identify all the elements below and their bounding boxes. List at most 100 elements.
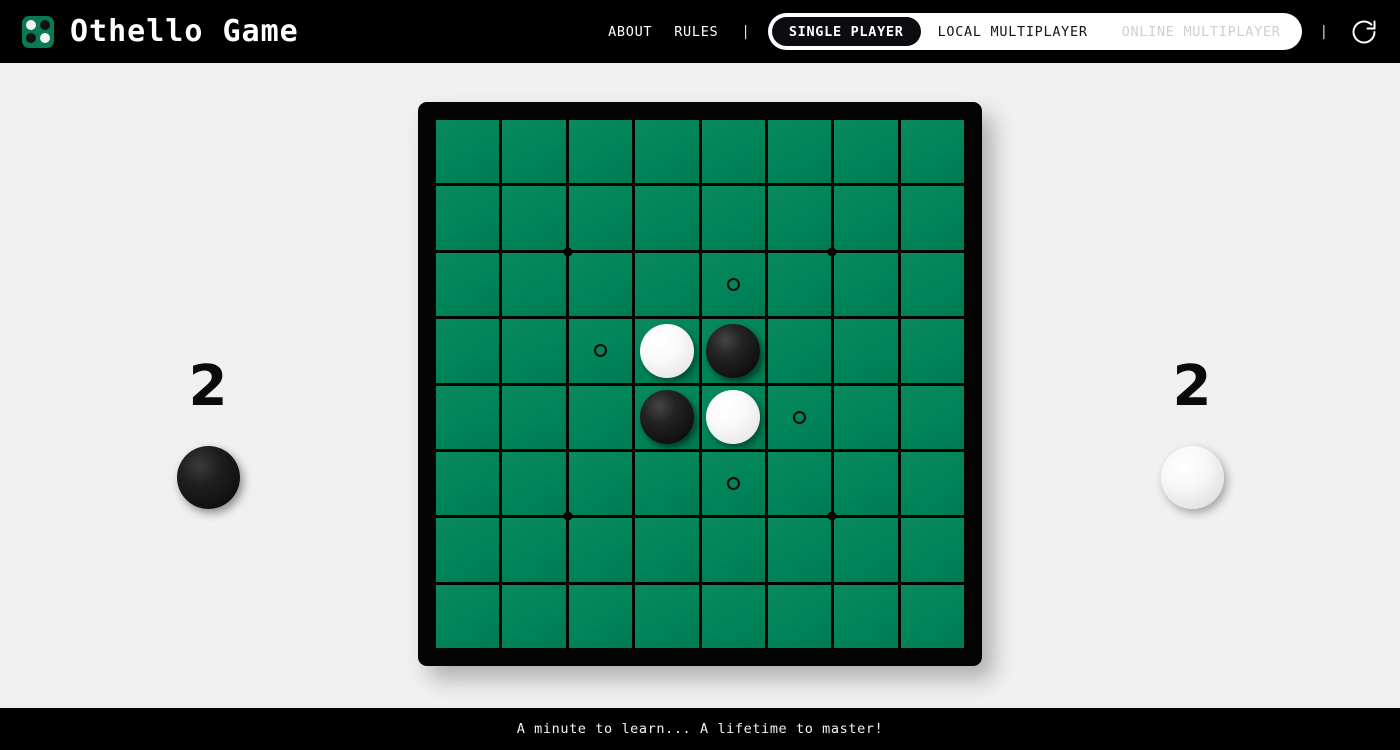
board-cell[interactable] [502, 319, 566, 383]
othello-board [418, 102, 982, 666]
board-cell[interactable] [568, 186, 633, 250]
board-cell[interactable] [502, 186, 566, 250]
board-cell[interactable] [436, 120, 500, 184]
score-value-black: 2 [188, 354, 228, 419]
board-cell[interactable] [502, 518, 566, 582]
logo-quadrant [25, 32, 38, 45]
board-cell[interactable] [436, 252, 500, 317]
board-cell[interactable] [502, 120, 566, 184]
board-cell[interactable] [834, 518, 898, 582]
mode-local-multiplayer[interactable]: LOCAL MULTIPLAYER [921, 17, 1105, 46]
valid-move-hint[interactable] [726, 477, 740, 491]
board-cell[interactable] [900, 584, 964, 648]
board-cell[interactable] [701, 120, 765, 184]
board-cell[interactable] [767, 584, 832, 648]
board-cell[interactable] [635, 186, 699, 250]
score-disc-white [1160, 446, 1224, 509]
brand: Othello Game [22, 14, 299, 49]
logo-quadrant [39, 32, 52, 45]
board-cell[interactable] [568, 451, 633, 516]
board-cell[interactable] [436, 451, 500, 516]
othello-logo-icon [22, 15, 54, 48]
board-cell[interactable] [701, 186, 765, 250]
score-disc-black [176, 446, 240, 509]
nav-link-rules[interactable]: RULES [663, 24, 729, 40]
board-cell[interactable] [635, 385, 699, 449]
board-grid [436, 120, 964, 648]
board-cell[interactable] [834, 186, 898, 250]
valid-move-hint[interactable] [593, 344, 607, 358]
board-cell[interactable] [767, 186, 832, 250]
board-cell[interactable] [635, 319, 699, 383]
board-cell[interactable] [900, 451, 964, 516]
board-cell[interactable] [900, 385, 964, 449]
board-cell[interactable] [900, 120, 964, 184]
board-cell[interactable] [502, 385, 566, 449]
board-cell[interactable] [568, 319, 633, 383]
board-cell[interactable] [701, 385, 765, 449]
board-cell[interactable] [502, 451, 566, 516]
mode-single-player[interactable]: SINGLE PLAYER [771, 17, 921, 46]
board-cell[interactable] [502, 252, 566, 317]
board-cell[interactable] [900, 518, 964, 582]
nav-divider: | [741, 23, 750, 40]
board-cell[interactable] [701, 319, 765, 383]
nav-divider-2: | [1319, 23, 1328, 40]
board-cell[interactable] [635, 584, 699, 648]
board-cell[interactable] [900, 319, 964, 383]
board-cell[interactable] [900, 186, 964, 250]
board-cell[interactable] [635, 518, 699, 582]
disc-black [639, 390, 694, 445]
board-cell[interactable] [900, 252, 964, 317]
board-cell[interactable] [436, 186, 500, 250]
board-cell[interactable] [767, 252, 832, 317]
board-cell[interactable] [834, 584, 898, 648]
board-cell[interactable] [834, 319, 898, 383]
page-title: Othello Game [70, 14, 299, 49]
nav-link-about[interactable]: ABOUT [597, 24, 663, 40]
board-cell[interactable] [701, 252, 765, 317]
board-cell[interactable] [436, 518, 500, 582]
board-cell[interactable] [568, 252, 633, 317]
board-cell[interactable] [635, 252, 699, 317]
footer-tagline: A minute to learn... A lifetime to maste… [516, 721, 884, 737]
board-cell[interactable] [767, 518, 832, 582]
board-cell[interactable] [502, 584, 566, 648]
valid-move-hint[interactable] [793, 410, 807, 424]
board-cell[interactable] [767, 385, 832, 449]
logo-quadrant [39, 19, 52, 32]
score-panel-white: 2 [1102, 359, 1282, 509]
board-cell[interactable] [568, 385, 633, 449]
board-cell[interactable] [436, 319, 500, 383]
board-cell[interactable] [568, 120, 633, 184]
board-cell[interactable] [701, 584, 765, 648]
board-cell[interactable] [834, 451, 898, 516]
board-cell[interactable] [834, 252, 898, 317]
app-header: Othello Game ABOUT RULES | SINGLE PLAYER… [0, 0, 1400, 63]
refresh-icon[interactable] [1350, 18, 1378, 46]
game-area: 2 2 [0, 63, 1400, 708]
board-cell[interactable] [834, 385, 898, 449]
board-cell[interactable] [701, 451, 765, 516]
board-cell[interactable] [767, 451, 832, 516]
score-value-white: 2 [1172, 354, 1212, 419]
disc-white [706, 390, 761, 445]
mode-online-multiplayer: ONLINE MULTIPLAYER [1121, 23, 1281, 40]
board-cell[interactable] [767, 319, 832, 383]
board-cell[interactable] [568, 584, 633, 648]
board-cell[interactable] [635, 451, 699, 516]
board-cell[interactable] [635, 120, 699, 184]
board-cell[interactable] [436, 584, 500, 648]
main-nav: ABOUT RULES | SINGLE PLAYER LOCAL MULTIP… [597, 13, 1382, 50]
board-cell[interactable] [568, 518, 633, 582]
app-footer: A minute to learn... A lifetime to maste… [0, 708, 1400, 750]
board-cell[interactable] [767, 120, 832, 184]
game-mode-switch: SINGLE PLAYER LOCAL MULTIPLAYER ONLINE M… [767, 13, 1302, 50]
valid-move-hint[interactable] [726, 277, 740, 291]
disc-white [639, 323, 694, 378]
score-panel-black: 2 [118, 359, 298, 509]
disc-black [706, 323, 761, 378]
board-cell[interactable] [436, 385, 500, 449]
board-cell[interactable] [701, 518, 765, 582]
board-cell[interactable] [834, 120, 898, 184]
